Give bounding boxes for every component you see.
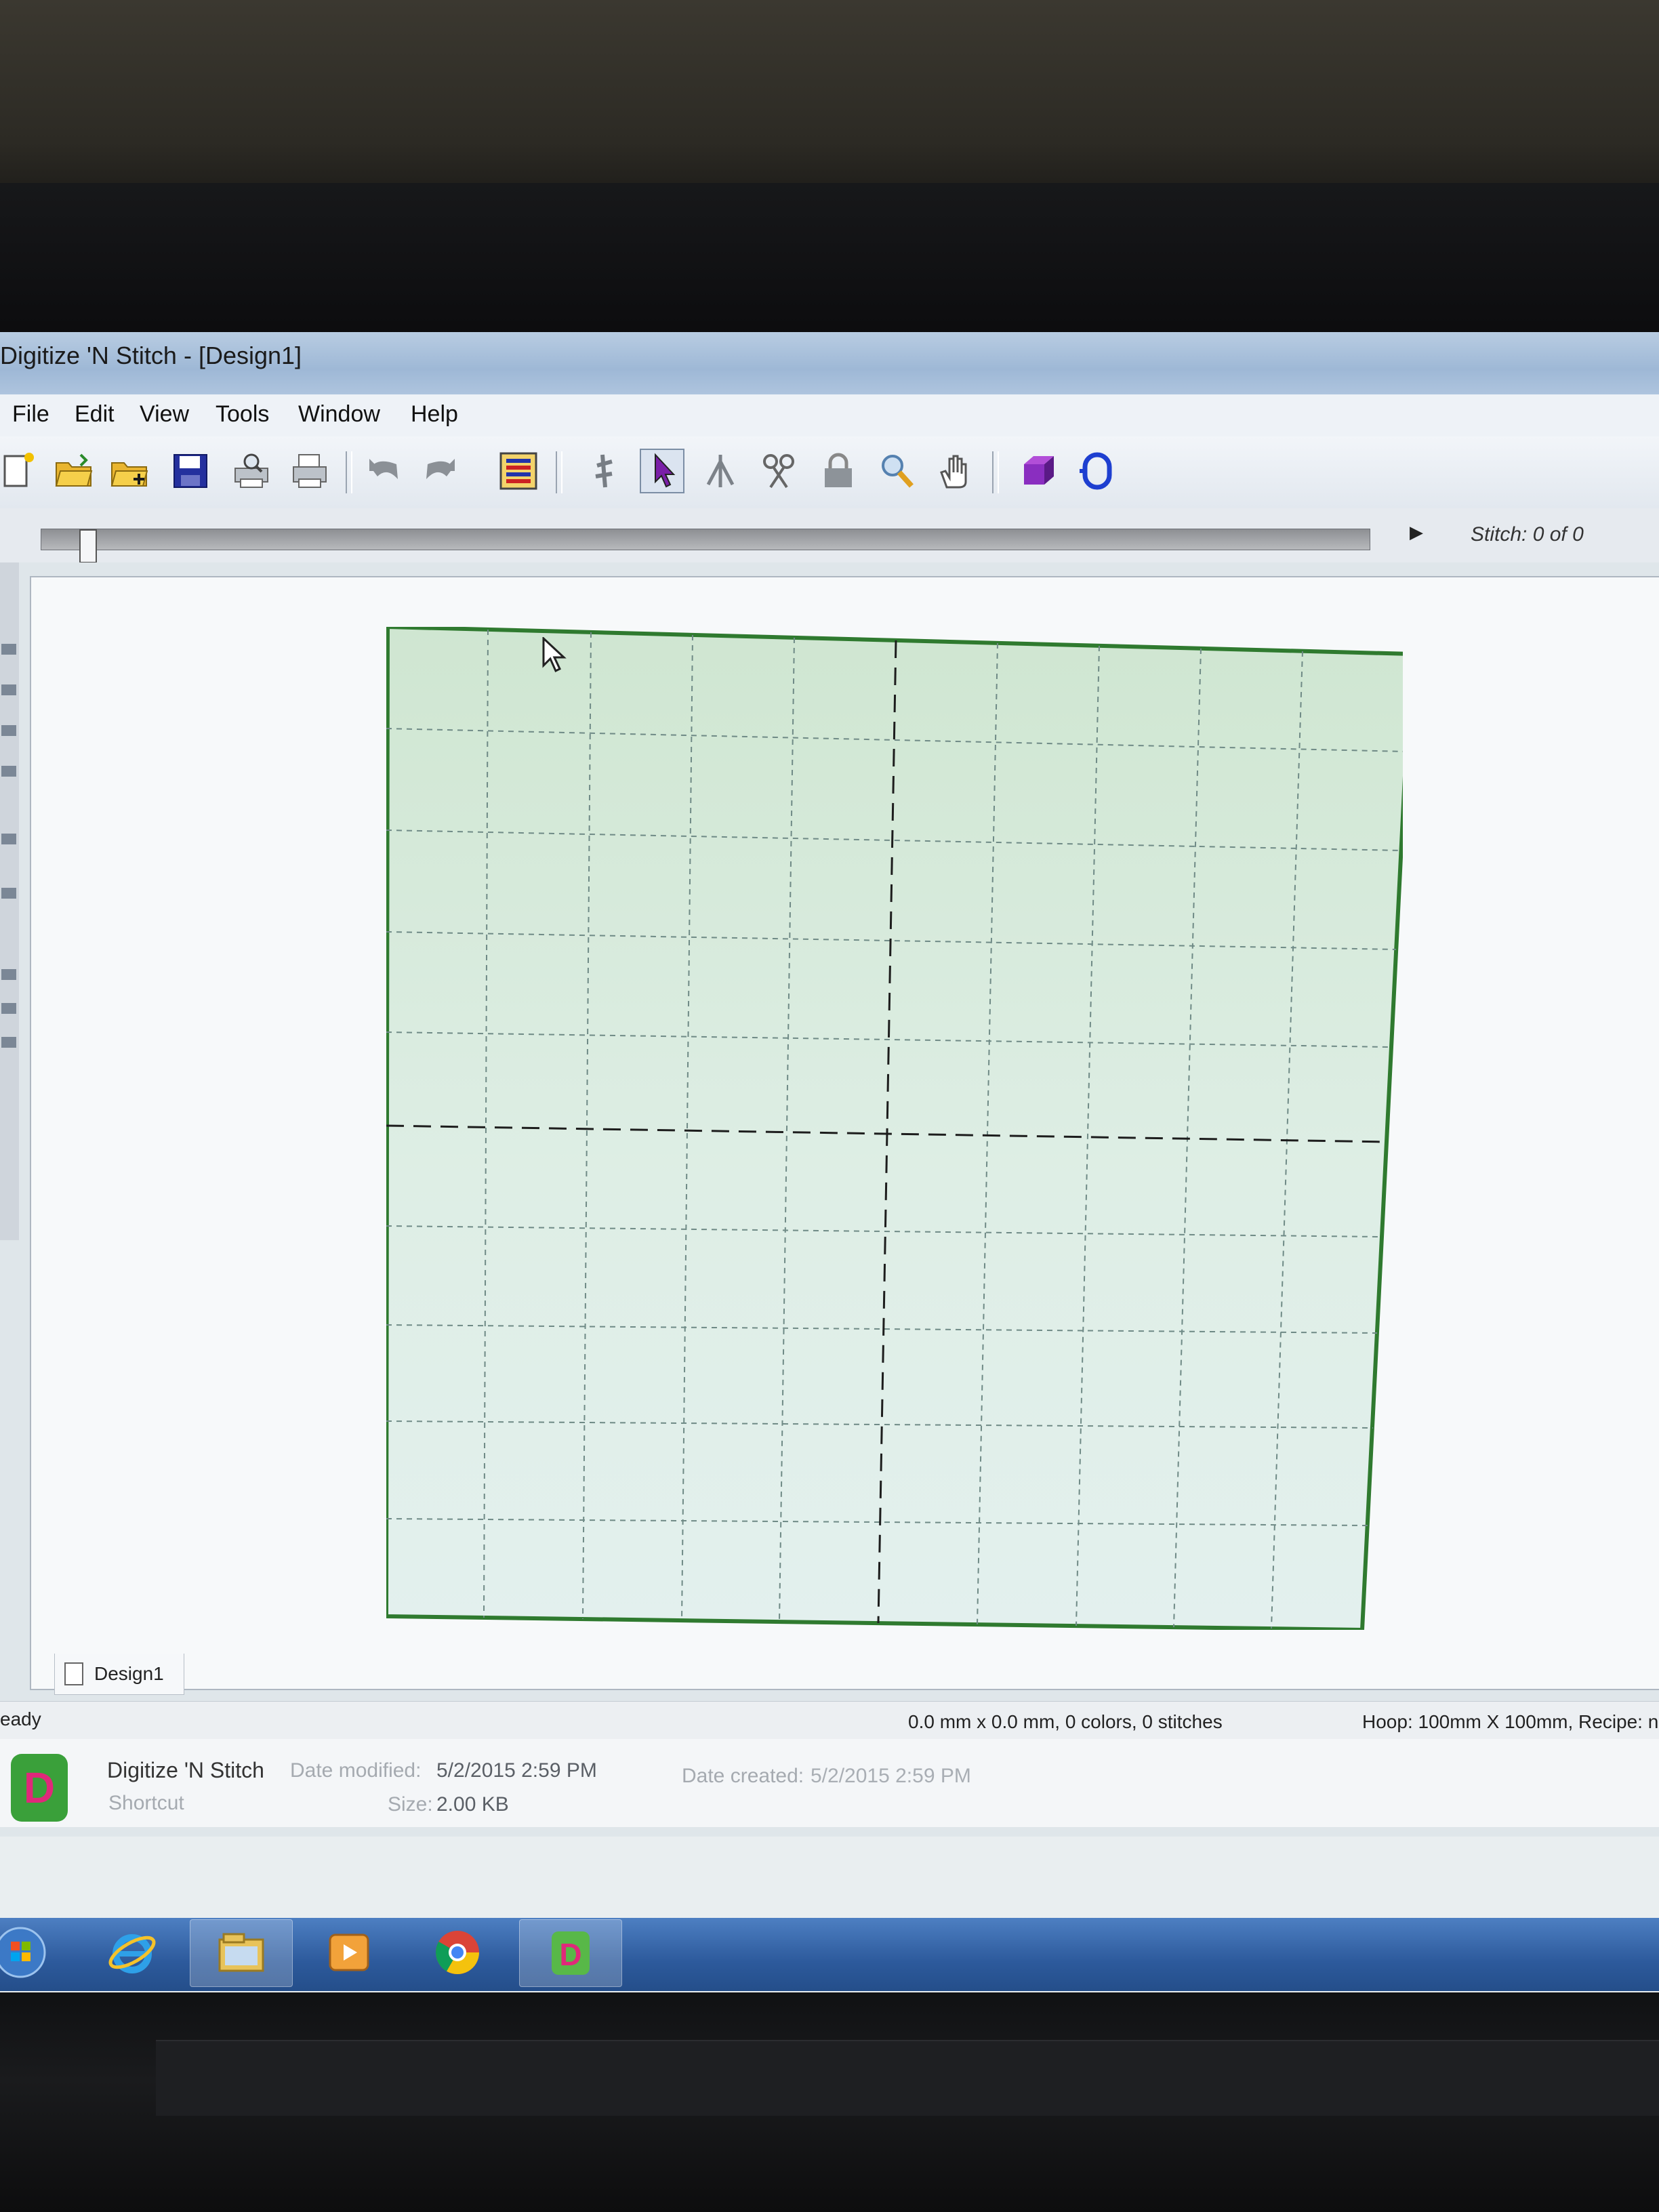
hoop-design-area[interactable] xyxy=(384,624,1414,1633)
stitch-slider-thumb[interactable] xyxy=(79,529,97,563)
details-date-modified: 5/2/2015 2:59 PM xyxy=(436,1759,597,1782)
status-design-size: 0.0 mm x 0.0 mm, 0 colors, 0 stitches xyxy=(908,1711,1223,1732)
document-tab-design1[interactable]: Design1 xyxy=(54,1654,184,1695)
menu-file[interactable]: File xyxy=(12,401,49,428)
left-tool-strip xyxy=(0,562,19,1240)
app-icon-letter: D xyxy=(23,1763,56,1812)
select-arrow-icon[interactable] xyxy=(640,449,684,493)
main-toolbar xyxy=(0,436,1659,509)
background-wall xyxy=(0,0,1659,203)
details-date-modified-label: Date modified: xyxy=(290,1759,422,1782)
start-button[interactable] xyxy=(0,1919,54,1986)
toolbar-separator xyxy=(346,451,352,493)
menu-window[interactable]: Window xyxy=(298,401,380,428)
stitch-counter: Stitch: 0 of 0 xyxy=(1471,523,1584,546)
document-tab-label: Design1 xyxy=(94,1663,164,1684)
monitor-bezel-top xyxy=(0,183,1659,339)
undo-icon[interactable] xyxy=(362,449,407,493)
stitch-slider[interactable] xyxy=(41,529,1370,563)
window-title: Digitize 'N Stitch - [Design1] xyxy=(0,342,302,369)
title-bar[interactable]: Digitize 'N Stitch - [Design1] xyxy=(0,332,1659,396)
digitize-n-stitch-icon[interactable]: D xyxy=(519,1919,622,1987)
toolbar-separator xyxy=(556,451,562,493)
menu-tools[interactable]: Tools xyxy=(216,401,269,428)
document-icon xyxy=(64,1662,83,1685)
left-tool-icon[interactable] xyxy=(1,725,16,736)
cut-icon[interactable] xyxy=(756,449,801,493)
open-icon[interactable] xyxy=(52,449,96,493)
hoop-icon[interactable] xyxy=(1075,449,1120,493)
menu-help[interactable]: Help xyxy=(411,401,458,428)
transform-icon[interactable] xyxy=(698,449,743,493)
save-icon[interactable] xyxy=(168,449,213,493)
menu-view[interactable]: View xyxy=(140,401,189,428)
file-explorer-icon[interactable] xyxy=(190,1919,293,1987)
menu-edit[interactable]: Edit xyxy=(75,401,115,428)
status-hoop-info: Hoop: 100mm X 100mm, Recipe: n xyxy=(1362,1711,1659,1732)
internet-explorer-icon[interactable] xyxy=(81,1919,183,1986)
left-tool-icon[interactable] xyxy=(1,1003,16,1014)
status-ready-text: eady xyxy=(0,1708,41,1729)
chrome-icon[interactable] xyxy=(407,1919,508,1986)
redo-icon[interactable] xyxy=(417,449,462,493)
print-icon[interactable] xyxy=(287,449,332,493)
pan-hand-icon[interactable] xyxy=(933,449,977,493)
toolbar-separator xyxy=(992,451,999,493)
details-file-type: Shortcut xyxy=(108,1792,184,1814)
left-tool-icon[interactable] xyxy=(1,969,16,980)
details-date-created-label: Date created: xyxy=(682,1765,804,1787)
left-tool-icon[interactable] xyxy=(1,684,16,695)
new-icon[interactable] xyxy=(0,449,45,493)
left-tool-icon[interactable] xyxy=(1,834,16,844)
left-tool-icon[interactable] xyxy=(1,644,16,655)
mouse-cursor-icon xyxy=(541,636,568,678)
left-tool-icon[interactable] xyxy=(1,888,16,899)
color-list-icon[interactable] xyxy=(496,449,541,493)
zoom-icon[interactable] xyxy=(874,449,919,493)
details-size: 2.00 KB xyxy=(436,1793,509,1816)
monitor-bezel-strip xyxy=(156,2040,1659,2116)
taskbar-app-letter: D xyxy=(559,1937,581,1972)
status-bar: eady 0.0 mm x 0.0 mm, 0 colors, 0 stitch… xyxy=(0,1701,1659,1740)
open-add-icon[interactable] xyxy=(107,449,152,493)
print-preview-icon[interactable] xyxy=(229,449,274,493)
file-details-pane: D Digitize 'N Stitch Shortcut Date modif… xyxy=(0,1739,1659,1827)
left-tool-icon[interactable] xyxy=(1,766,16,777)
media-player-icon[interactable] xyxy=(298,1919,400,1986)
stitch-next-arrow-icon[interactable]: ▶ xyxy=(1410,522,1423,543)
digitize-app-icon: D xyxy=(11,1754,68,1822)
3d-view-icon[interactable] xyxy=(1017,449,1061,493)
stitch-player-bar: ▶ Stitch: 0 of 0 xyxy=(0,508,1659,564)
details-file-name: Digitize 'N Stitch xyxy=(107,1758,264,1782)
left-tool-icon[interactable] xyxy=(1,1037,16,1048)
menu-bar: File Edit View Tools Window Help xyxy=(0,394,1659,437)
stitch-tool-icon[interactable] xyxy=(586,449,630,493)
details-date-created: 5/2/2015 2:59 PM xyxy=(811,1765,971,1787)
lock-icon[interactable] xyxy=(816,449,861,493)
details-size-label: Size: xyxy=(388,1793,433,1816)
windows-taskbar: D xyxy=(0,1918,1659,1991)
